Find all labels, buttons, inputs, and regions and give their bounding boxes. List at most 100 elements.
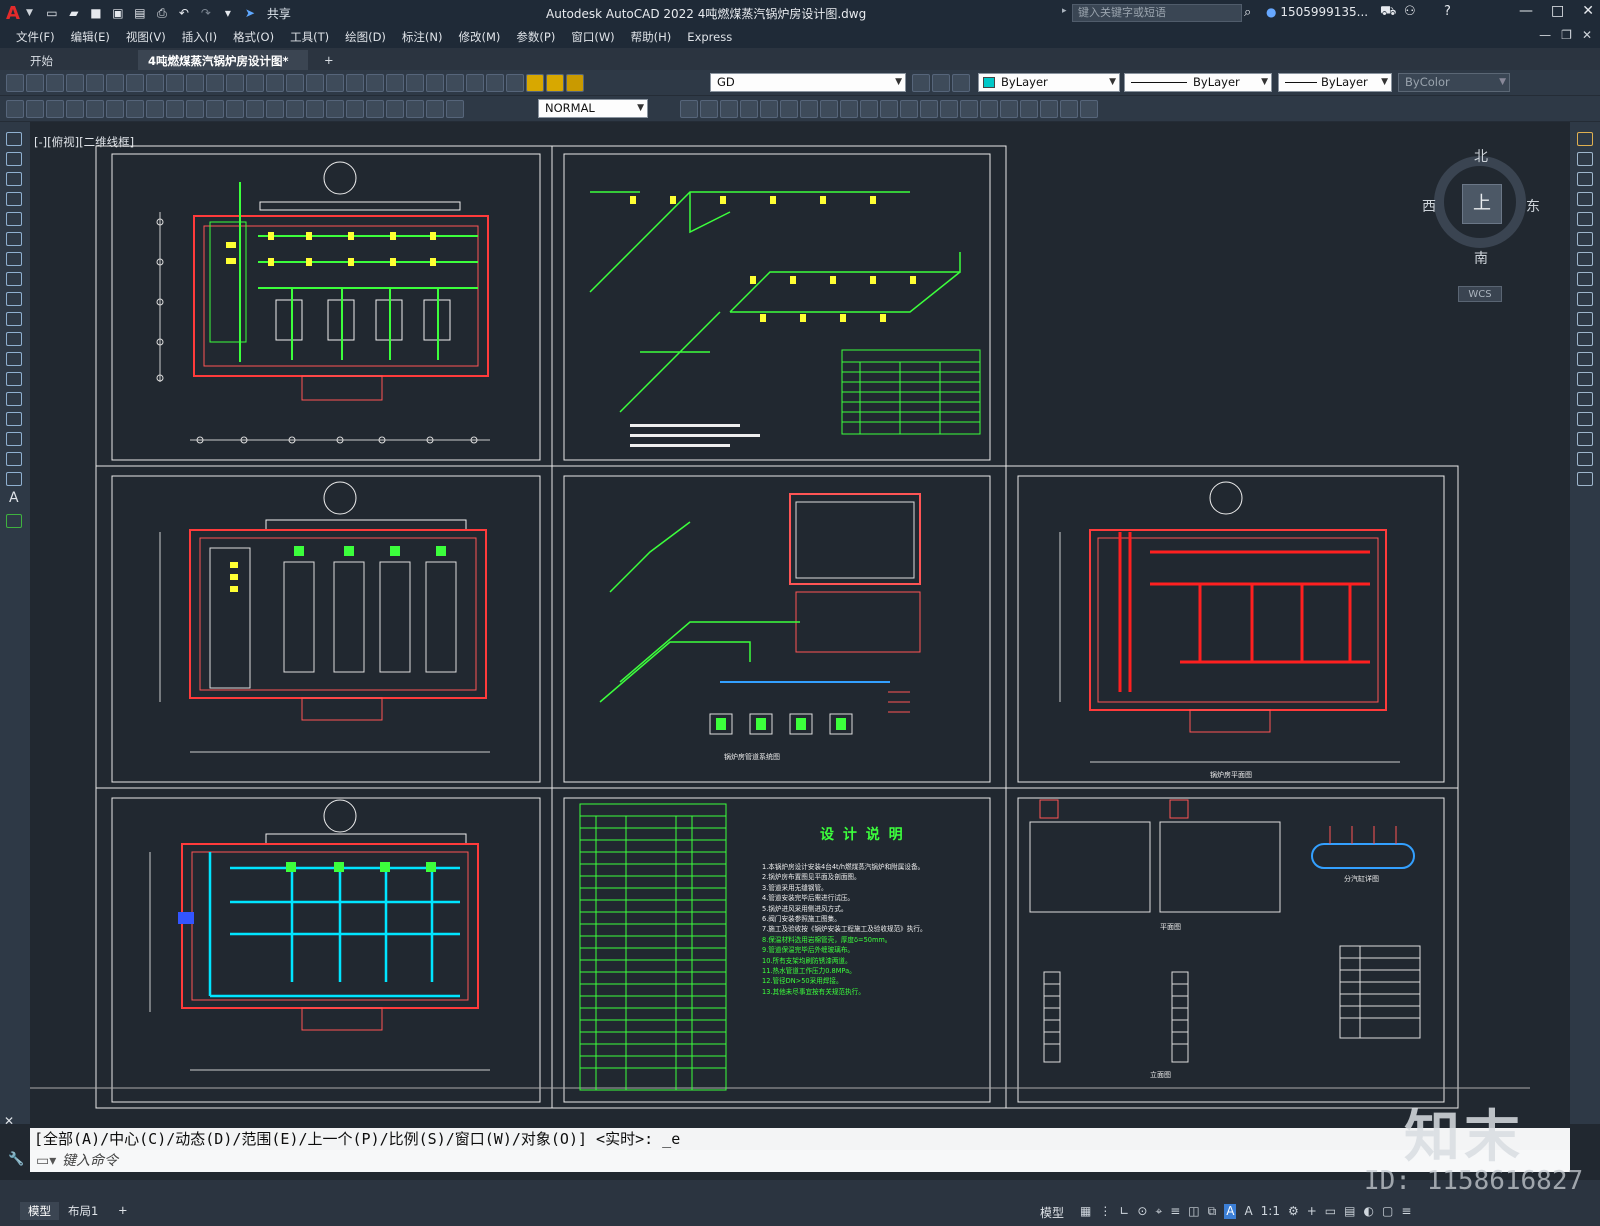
close-button[interactable]: ✕ <box>1582 3 1594 19</box>
dimstyle-select[interactable]: NORMAL ▼ <box>538 99 648 118</box>
menu-format[interactable]: 格式(O) <box>233 29 274 45</box>
make-block-icon[interactable] <box>6 372 22 386</box>
customize-wrench-icon[interactable]: 🔧 <box>8 1152 24 1167</box>
hidden-icon[interactable] <box>920 100 938 118</box>
viewcube-top-face[interactable]: 上 <box>1462 184 1502 224</box>
clean-screen-icon[interactable]: ▢ <box>1382 1204 1393 1219</box>
rotate-icon[interactable] <box>1577 252 1593 266</box>
layer-select[interactable]: GD ▼ <box>710 73 906 92</box>
copy-icon[interactable] <box>166 74 184 92</box>
continue-icon[interactable] <box>266 100 284 118</box>
camera-icon[interactable] <box>880 100 898 118</box>
offset-icon[interactable] <box>1577 192 1593 206</box>
viewcube[interactable]: 上 北 南 东 西 <box>1422 146 1540 267</box>
layer-properties-icon[interactable] <box>506 74 524 92</box>
sheet-set-icon[interactable] <box>426 74 444 92</box>
markup-icon[interactable] <box>446 74 464 92</box>
redo-icon[interactable] <box>266 74 284 92</box>
table-icon[interactable] <box>6 472 22 486</box>
add-selected-icon[interactable] <box>6 514 22 528</box>
cut-icon[interactable] <box>146 74 164 92</box>
menu-tools[interactable]: 工具(T) <box>290 29 329 45</box>
zoom-realtime-icon[interactable] <box>306 74 324 92</box>
publish-icon[interactable] <box>106 74 124 92</box>
ellipse-icon[interactable] <box>6 312 22 326</box>
spline-icon[interactable] <box>6 292 22 306</box>
polyline-icon[interactable] <box>6 172 22 186</box>
aligned-dimension-icon[interactable] <box>86 100 104 118</box>
menu-dimension[interactable]: 标注(N) <box>402 29 443 45</box>
trim-icon[interactable] <box>1577 312 1593 326</box>
share-button[interactable]: 共享 <box>267 5 291 22</box>
conceptual-icon[interactable] <box>960 100 978 118</box>
join-icon[interactable] <box>1577 392 1593 406</box>
circle-icon[interactable] <box>6 252 22 266</box>
open-icon[interactable]: ▰ <box>65 5 83 21</box>
layer-states-icon[interactable] <box>26 100 44 118</box>
3d-print-icon[interactable] <box>126 74 144 92</box>
compass-south[interactable]: 南 <box>1474 248 1488 268</box>
tab-document[interactable]: 4吨燃煤蒸汽锅炉房设计图* ✕ <box>138 50 308 83</box>
compass-north[interactable]: 北 <box>1474 146 1488 166</box>
redo-icon[interactable]: ↷ <box>197 5 215 21</box>
selection-cycling-icon[interactable]: ⧉ <box>1208 1204 1217 1219</box>
menu-express[interactable]: Express <box>687 30 732 44</box>
menu-window[interactable]: 窗口(W) <box>571 29 614 45</box>
multiline-text-icon[interactable]: A <box>9 490 19 506</box>
quick-props-icon[interactable]: ▤ <box>1344 1204 1355 1219</box>
angular-icon[interactable] <box>206 100 224 118</box>
chamfer-icon[interactable] <box>1577 412 1593 426</box>
print-icon[interactable]: ⎙ <box>153 5 171 21</box>
revision-cloud-icon[interactable] <box>6 272 22 286</box>
linear-dimension-icon[interactable] <box>66 100 84 118</box>
back-view-icon[interactable] <box>700 100 718 118</box>
sw-iso-icon[interactable] <box>800 100 818 118</box>
menu-parametric[interactable]: 参数(P) <box>516 29 555 45</box>
ucs-face-icon[interactable] <box>1060 100 1078 118</box>
lineweight-icon[interactable]: ≡ <box>1170 1204 1180 1219</box>
preview-icon[interactable] <box>86 74 104 92</box>
arc-icon[interactable] <box>6 232 22 246</box>
mirror-icon[interactable] <box>1577 172 1593 186</box>
gradient-icon[interactable] <box>6 432 22 446</box>
center-mark-icon[interactable] <box>346 100 364 118</box>
compass-west[interactable]: 西 <box>1422 196 1436 216</box>
array-icon[interactable] <box>1577 212 1593 226</box>
scale-icon[interactable] <box>1577 272 1593 286</box>
top-view-icon[interactable] <box>760 100 778 118</box>
ucs-object-icon[interactable] <box>1080 100 1098 118</box>
tolerance-icon[interactable] <box>326 100 344 118</box>
ucs-previous-icon[interactable] <box>1040 100 1058 118</box>
design-center-icon[interactable] <box>386 74 404 92</box>
search-expand-icon[interactable]: ▸ <box>1062 6 1067 16</box>
layout1-tab[interactable]: 布局1 <box>60 1202 106 1220</box>
match-properties-icon[interactable] <box>206 74 224 92</box>
model-space-button[interactable]: 模型 <box>1040 1204 1064 1221</box>
ne-iso-icon[interactable] <box>840 100 858 118</box>
ucs-world-icon[interactable] <box>1020 100 1038 118</box>
wireframe-icon[interactable] <box>900 100 918 118</box>
extend-icon[interactable] <box>1577 332 1593 346</box>
zoom-window-icon[interactable] <box>326 74 344 92</box>
polygon-icon[interactable] <box>6 192 22 206</box>
search-icon[interactable]: ⌕ <box>1244 5 1251 20</box>
construction-line-icon[interactable] <box>6 152 22 166</box>
menu-draw[interactable]: 绘图(D) <box>345 29 386 45</box>
nw-iso-icon[interactable] <box>860 100 878 118</box>
doc-minimize-button[interactable]: — <box>1539 28 1551 42</box>
calculator-icon[interactable] <box>466 74 484 92</box>
sun-icon[interactable] <box>546 74 564 92</box>
doc-close-button[interactable]: ✕ <box>1582 28 1592 42</box>
plus-icon[interactable]: + <box>1307 1204 1317 1219</box>
grid-icon[interactable]: ▦ <box>1080 1204 1091 1219</box>
transparency-icon[interactable]: ◫ <box>1188 1204 1199 1219</box>
bottom-view-icon[interactable] <box>780 100 798 118</box>
explode-icon[interactable] <box>1577 472 1593 486</box>
share-icon[interactable]: ➤ <box>241 5 259 21</box>
shaded-icon[interactable] <box>980 100 998 118</box>
units-icon[interactable]: ▭ <box>1325 1204 1336 1219</box>
tool-palettes-icon[interactable] <box>406 74 424 92</box>
isolate-icon[interactable]: ◐ <box>1363 1204 1373 1219</box>
menu-file[interactable]: 文件(F) <box>16 29 55 45</box>
ordinate-icon[interactable] <box>126 100 144 118</box>
